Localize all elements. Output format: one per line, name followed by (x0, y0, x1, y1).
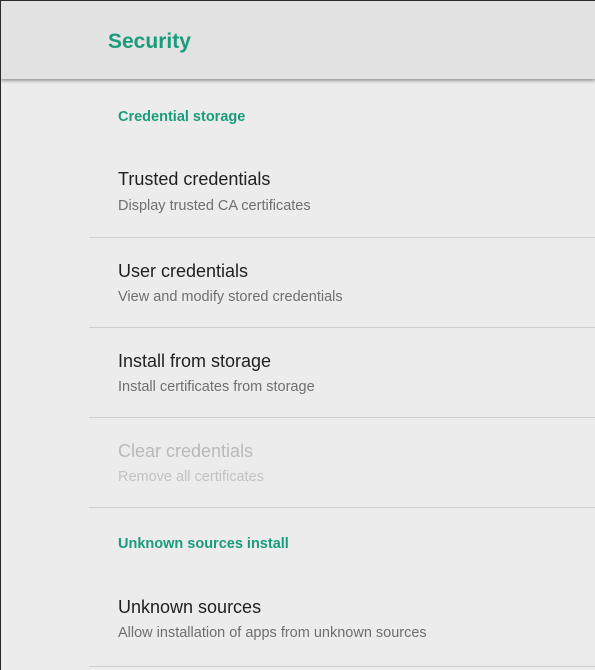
settings-screen: Security Credential storage Trusted cred… (0, 0, 595, 670)
pref-summary: Display trusted CA certificates (118, 198, 311, 214)
category-unknown-sources-install: Unknown sources install (118, 536, 289, 552)
pref-summary: Remove all certificates (118, 469, 264, 485)
pref-trusted-credentials[interactable]: Trusted credentials Display trusted CA c… (89, 157, 595, 237)
pref-summary: Install certificates from storage (118, 379, 315, 395)
page-title: Security (108, 30, 191, 53)
pref-install-from-storage[interactable]: Install from storage Install certificate… (89, 328, 595, 417)
pref-user-credentials[interactable]: User credentials View and modify stored … (89, 238, 595, 327)
pref-title: Unknown sources (118, 597, 262, 617)
app-bar: Security (1, 1, 595, 79)
pref-title: User credentials (118, 261, 249, 281)
pref-summary: View and modify stored credentials (118, 289, 343, 305)
pref-title: Install from storage (118, 351, 272, 371)
divider (89, 507, 595, 508)
pref-summary: Allow installation of apps from unknown … (118, 625, 427, 641)
pref-title: Trusted credentials (118, 169, 271, 189)
pref-clear-credentials: Clear credentials Remove all certificate… (89, 418, 595, 507)
pref-unknown-sources[interactable]: Unknown sources Allow installation of ap… (89, 577, 595, 666)
preference-list[interactable]: Credential storage Trusted credentials D… (1, 79, 595, 670)
category-credential-storage: Credential storage (118, 109, 246, 125)
divider (89, 666, 595, 667)
pref-title: Clear credentials (118, 441, 254, 461)
